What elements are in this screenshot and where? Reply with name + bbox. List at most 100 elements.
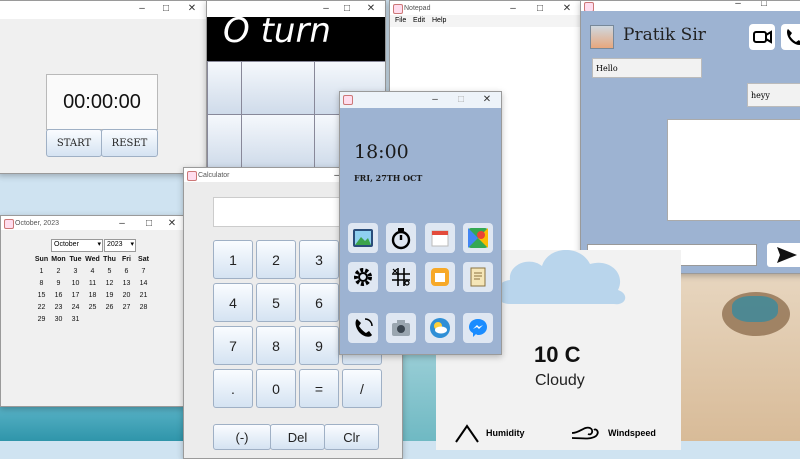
calendar-day[interactable]: 4 (84, 268, 101, 275)
weekday-header: Tue (69, 256, 82, 263)
board-cell[interactable] (241, 61, 315, 115)
key-decimal[interactable]: . (213, 369, 253, 408)
calendar-day[interactable]: 7 (135, 268, 152, 275)
maximize-icon[interactable]: □ (340, 3, 354, 14)
calendar-day[interactable]: 22 (33, 304, 50, 311)
calendar-day[interactable]: 27 (118, 304, 135, 311)
gallery-app[interactable] (348, 223, 378, 253)
calendar-day[interactable]: 14 (135, 280, 152, 287)
board-cell[interactable] (207, 114, 242, 168)
desktop: { "stopwatch": {"time": "00:00:00", "sta… (0, 0, 800, 459)
calendar-day[interactable]: 6 (118, 268, 135, 275)
board-cell[interactable] (207, 61, 242, 115)
camera-app[interactable] (386, 313, 416, 343)
minimize-icon[interactable]: – (506, 3, 520, 14)
close-icon[interactable]: ✕ (480, 94, 494, 105)
send-button[interactable] (767, 243, 800, 267)
calendar-day[interactable]: 19 (101, 292, 118, 299)
board-cell[interactable] (241, 114, 315, 168)
start-button[interactable]: START (46, 129, 102, 157)
voice-call-button[interactable] (781, 24, 800, 50)
key-6[interactable]: 6 (299, 283, 339, 322)
key-5[interactable]: 5 (256, 283, 296, 322)
month-select[interactable]: October ▾ (51, 239, 103, 252)
calendar-day[interactable]: 31 (67, 316, 84, 323)
key-negate[interactable]: (-) (213, 424, 271, 450)
key-0[interactable]: 0 (256, 369, 296, 408)
notes-app[interactable] (425, 262, 455, 292)
key-equals[interactable]: = (299, 369, 339, 408)
maximize-icon[interactable]: □ (757, 1, 771, 9)
menu-edit[interactable]: Edit (413, 17, 425, 24)
calendar-day[interactable]: 11 (84, 280, 101, 287)
calendar-day[interactable]: 30 (50, 316, 67, 323)
close-icon[interactable]: ✕ (185, 3, 199, 14)
calendar-day[interactable]: 18 (84, 292, 101, 299)
calendar-grid: Sun Mon Tue Wed Thu Fri Sat 1 2 3 4 5 6 7 8 9 10 11 12 13 14… (33, 256, 158, 336)
calendar-day[interactable]: 21 (135, 292, 152, 299)
stopwatch-app[interactable] (386, 223, 416, 253)
calendar-day[interactable]: 3 (67, 268, 84, 275)
key-clear[interactable]: Clr (324, 424, 379, 450)
close-icon[interactable]: ✕ (165, 218, 179, 229)
calendar-day[interactable]: 16 (50, 292, 67, 299)
close-icon[interactable]: ✕ (560, 3, 574, 14)
weekday-header: Thu (103, 256, 116, 263)
wallpaper-cushion (732, 296, 778, 322)
reset-button[interactable]: RESET (101, 129, 158, 157)
calendar-day[interactable]: 25 (84, 304, 101, 311)
maximize-icon[interactable]: □ (533, 3, 547, 14)
calendar-day[interactable]: 15 (33, 292, 50, 299)
menu-file[interactable]: File (395, 17, 406, 24)
minimize-icon[interactable]: – (135, 3, 149, 14)
java-icon (393, 4, 403, 14)
calendar-day[interactable]: 26 (101, 304, 118, 311)
messenger-app[interactable] (463, 313, 493, 343)
phone-app[interactable] (348, 313, 378, 343)
settings-app[interactable] (348, 262, 378, 292)
key-1[interactable]: 1 (213, 240, 253, 279)
calendar-day[interactable]: 8 (33, 280, 50, 287)
minimize-icon[interactable]: – (115, 218, 129, 229)
notes-icon (431, 268, 449, 286)
key-2[interactable]: 2 (256, 240, 296, 279)
maximize-icon[interactable]: □ (159, 3, 173, 14)
key-3[interactable]: 3 (299, 240, 339, 279)
calendar-day[interactable]: 17 (67, 292, 84, 299)
wind-icon (571, 426, 599, 440)
minimize-icon[interactable]: – (731, 1, 745, 9)
calendar-day[interactable]: 13 (118, 280, 135, 287)
maximize-icon[interactable]: □ (142, 218, 156, 229)
stopwatch-window: – □ ✕ 00:00:00 START RESET (0, 0, 208, 174)
calendar-app[interactable] (425, 223, 455, 253)
year-select[interactable]: 2023 ▾ (104, 239, 136, 252)
calendar-day[interactable]: 10 (67, 280, 84, 287)
notepad-app[interactable] (463, 262, 493, 292)
calendar-day[interactable]: 5 (101, 268, 118, 275)
video-camera-icon (753, 30, 772, 44)
weather-app[interactable] (425, 313, 455, 343)
key-7[interactable]: 7 (213, 326, 253, 365)
calendar-day[interactable]: 20 (118, 292, 135, 299)
calendar-day[interactable]: 24 (67, 304, 84, 311)
calendar-day[interactable]: 12 (101, 280, 118, 287)
calendar-day[interactable]: 2 (50, 268, 67, 275)
close-icon[interactable]: ✕ (364, 3, 378, 14)
key-8[interactable]: 8 (256, 326, 296, 365)
calendar-day[interactable]: 1 (33, 268, 50, 275)
key-delete[interactable]: Del (270, 424, 325, 450)
calendar-day[interactable]: 29 (33, 316, 50, 323)
maximize-icon[interactable]: □ (454, 94, 468, 105)
key-divide[interactable]: / (342, 369, 382, 408)
maps-app[interactable] (463, 223, 493, 253)
calendar-day[interactable]: 23 (50, 304, 67, 311)
calendar-day[interactable]: 9 (50, 280, 67, 287)
year-value: 2023 (107, 241, 123, 248)
minimize-icon[interactable]: – (428, 94, 442, 105)
key-9[interactable]: 9 (299, 326, 339, 365)
calendar-day[interactable]: 28 (135, 304, 152, 311)
tictactoe-app[interactable] (386, 262, 416, 292)
video-call-button[interactable] (749, 24, 775, 50)
menu-help[interactable]: Help (432, 17, 446, 24)
key-4[interactable]: 4 (213, 283, 253, 322)
